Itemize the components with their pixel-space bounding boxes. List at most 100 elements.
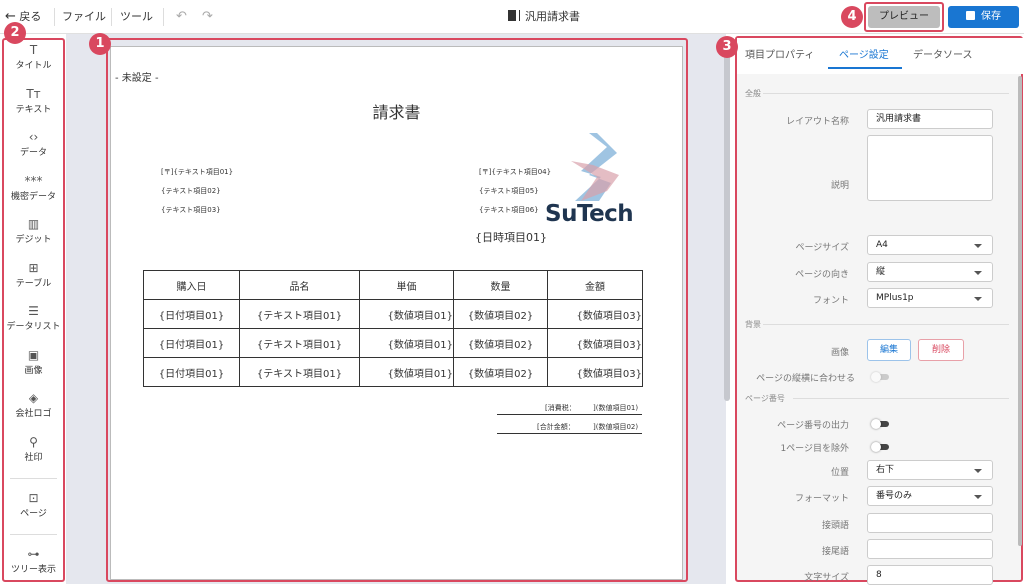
table-cell: {数値項目02} [453, 328, 548, 358]
save-button[interactable]: 保存 [948, 6, 1019, 28]
format-label: フォーマット [794, 494, 849, 504]
text-field[interactable]: {テキスト項目05} [479, 186, 539, 196]
table-cell: {日付項目01} [143, 328, 240, 358]
text-field[interactable]: [〒]{テキスト項目01} [161, 167, 233, 177]
list-icon: ☰ [28, 304, 39, 318]
image-icon: ▣ [27, 348, 40, 362]
logo-text: SuTech [545, 201, 634, 227]
component-palette: T タイトル Tт テキスト ‹› データ *** 機密データ ▥ デジット ⊞ テーブル … [2, 38, 65, 582]
palette-item-stamp[interactable]: ⚲ 社印 [4, 434, 63, 463]
exclude-first-page-label: 1ページ目を除外 [780, 444, 849, 454]
table-row: {日付項目01} {テキスト項目01} {数値項目01} {数値項目02} {数値項目0… [143, 299, 643, 329]
suffix-label: 接尾語 [821, 547, 849, 557]
palette-item-company-logo[interactable]: ◈ 会社ロゴ [4, 390, 63, 419]
badge-properties: 3 [716, 36, 738, 58]
edit-button[interactable]: 編集 [867, 339, 911, 361]
table-cell: {数値項目01} [359, 357, 454, 387]
font-label: フォント [812, 296, 849, 306]
page-add-icon: ⊡ [28, 491, 39, 505]
image-label: 画像 [830, 348, 849, 358]
table-header: 単価 [359, 270, 454, 300]
stamp-icon: ⚲ [29, 435, 38, 449]
delete-button[interactable]: 削除 [918, 339, 964, 361]
invoice-table[interactable]: 購入日 品名 単価 数量 金額 {日付項目01} {テキスト項目01} {数値項目01} {数… [143, 270, 643, 387]
total-row[interactable]: [合計金額： ](数値項目02) [497, 418, 642, 434]
font-select[interactable]: MPlus1p [867, 288, 993, 308]
position-select[interactable]: 右下 [867, 460, 993, 480]
tab-page-settings[interactable]: ページ設定 [839, 46, 889, 61]
text-field[interactable]: {テキスト項目03} [161, 205, 221, 215]
layout-name-field[interactable]: 汎用請求書 [867, 109, 993, 129]
floppy-icon [966, 11, 975, 20]
asterisk-icon: *** [24, 174, 43, 188]
badge-canvas: 1 [89, 33, 111, 55]
top-toolbar: ← 戻る ファイル ツール ↶ ↷ 汎用請求書 プレビュー 保存 [0, 0, 1024, 34]
divider [111, 8, 112, 26]
canvas-scrollbar[interactable] [724, 46, 730, 401]
fit-page-label: ページの縦横に合わせる [756, 374, 855, 384]
redo-icon[interactable]: ↷ [202, 0, 213, 34]
section-general: 全般 [745, 89, 761, 98]
font-size-field[interactable]: 8 [867, 565, 993, 585]
tab-data-source[interactable]: データソース [913, 46, 973, 61]
table-cell: {数値項目03} [547, 328, 643, 358]
table-row: {日付項目01} {テキスト項目01} {数値項目01} {数値項目02} {数値項目0… [143, 357, 643, 387]
diamond-icon: ◈ [28, 391, 39, 405]
table-cell: {テキスト項目01} [239, 299, 360, 329]
output-page-number-toggle[interactable] [871, 419, 891, 429]
palette-item-title[interactable]: T タイトル [4, 42, 63, 71]
invoice-page[interactable]: - 未設定 - 請求書 [〒]{テキスト項目01} {テキスト項目02} {テキ… [110, 46, 683, 580]
layout-name-label: レイアウト名称 [785, 117, 849, 127]
palette-item-page[interactable]: ⊡ ページ [4, 490, 63, 519]
divider [54, 8, 55, 26]
exclude-first-page-toggle[interactable] [871, 442, 891, 452]
suffix-field[interactable] [867, 539, 993, 559]
text-field[interactable]: {テキスト項目06} [479, 205, 539, 215]
table-cell: {数値項目03} [547, 357, 643, 387]
table-cell: {数値項目01} [359, 299, 454, 329]
prefix-field[interactable] [867, 513, 993, 533]
date-field[interactable]: {日時項目01} [475, 229, 547, 245]
text-icon: Tт [26, 87, 41, 101]
output-page-number-label: ページ番号の出力 [777, 421, 849, 431]
undo-icon[interactable]: ↶ [176, 0, 187, 34]
palette-item-text[interactable]: Tт テキスト [4, 86, 63, 115]
table-icon: ⊞ [28, 261, 39, 275]
company-logo[interactable]: SuTech [541, 131, 651, 231]
palette-item-datalist[interactable]: ☰ データリスト [4, 303, 63, 332]
divider [763, 93, 1009, 94]
active-tab-indicator [828, 67, 902, 69]
orientation-select[interactable]: 縦 [867, 262, 993, 282]
fit-page-toggle[interactable] [871, 372, 891, 382]
orientation-label: ページの向き [795, 270, 849, 280]
format-select[interactable]: 番号のみ [867, 486, 993, 506]
divider [793, 398, 1009, 399]
palette-item-secret-data[interactable]: *** 機密データ [4, 173, 63, 202]
table-header: 品名 [239, 270, 360, 300]
palette-item-image[interactable]: ▣ 画像 [4, 347, 63, 376]
preview-button[interactable]: プレビュー [868, 6, 940, 28]
tax-row[interactable]: [消費税： ](数値項目01) [497, 399, 642, 415]
divider [163, 8, 164, 26]
page-size-select[interactable]: A4 [867, 235, 993, 255]
panel-scrollbar[interactable] [1018, 76, 1022, 546]
tree-view-button[interactable]: ⊶ ツリー表示 [4, 546, 63, 575]
description-field[interactable] [867, 135, 993, 201]
logo-mark-icon [571, 133, 619, 201]
digit-icon: ▥ [27, 217, 40, 231]
file-menu[interactable]: ファイル [62, 0, 106, 34]
badge-preview: 4 [841, 6, 863, 28]
invoice-title[interactable]: 請求書 [111, 99, 682, 123]
description-label: 説明 [830, 181, 849, 191]
palette-item-digit[interactable]: ▥ デジット [4, 216, 63, 245]
palette-item-data[interactable]: ‹› データ [4, 129, 63, 158]
table-header: 金額 [547, 270, 643, 300]
text-field[interactable]: {テキスト項目02} [161, 186, 221, 196]
palette-item-table[interactable]: ⊞ テーブル [4, 260, 63, 289]
section-background: 背景 [745, 320, 761, 329]
panel-tabs: 項目プロパティ ページ設定 データソース [737, 38, 1024, 74]
tab-item-properties[interactable]: 項目プロパティ [745, 46, 814, 61]
font-size-label: 文字サイズ [804, 573, 849, 583]
tools-menu[interactable]: ツール [120, 0, 153, 34]
position-label: 位置 [830, 468, 849, 478]
